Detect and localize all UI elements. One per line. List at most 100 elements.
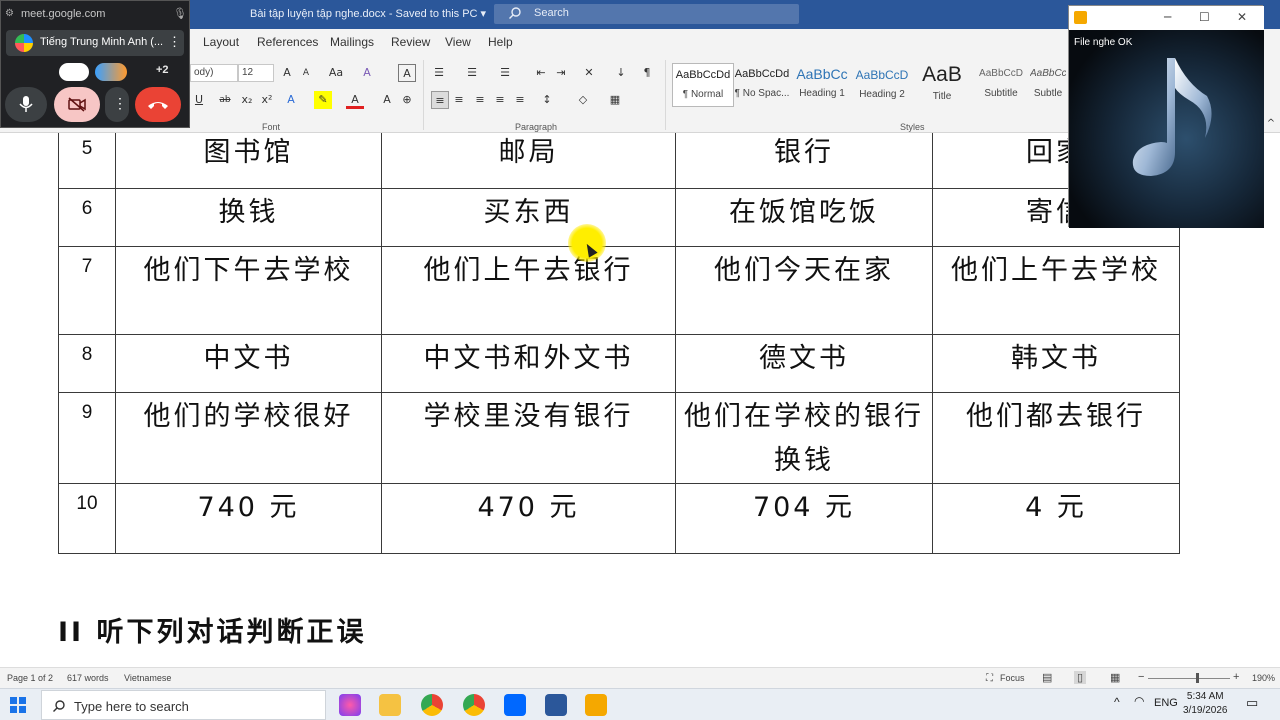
tab-layout[interactable]: Layout — [203, 35, 239, 49]
strikethrough-icon[interactable]: ab — [216, 91, 234, 109]
microphone-button[interactable] — [5, 87, 47, 122]
shading-icon[interactable]: ◇ — [574, 91, 592, 109]
font-name-combo[interactable]: ody) — [190, 64, 238, 82]
ribbon-separator — [423, 60, 424, 130]
underline-icon[interactable]: U — [190, 91, 208, 109]
search-box[interactable]: Search — [494, 4, 799, 24]
tab-view[interactable]: View — [445, 35, 471, 49]
participant-count[interactable]: +2 — [156, 64, 169, 76]
table-cell: 740 元 — [115, 483, 382, 554]
meeting-title-bar[interactable]: Tiếng Trung Minh Anh (... ⋮ — [6, 30, 184, 56]
ribbon-separator — [665, 60, 666, 130]
multilevel-list-icon[interactable]: ☰ — [496, 64, 514, 82]
focus-mode-label[interactable]: Focus — [1000, 673, 1025, 683]
zoom-in-icon[interactable]: + — [1233, 671, 1239, 683]
page-count[interactable]: Page 1 of 2 — [7, 673, 53, 683]
proofing-language[interactable]: Vietnamese — [124, 673, 171, 683]
sort-icon[interactable]: ↓ — [612, 64, 630, 82]
change-case-icon[interactable]: Aa — [324, 64, 348, 82]
tray-chevron-icon[interactable]: ^ — [1114, 695, 1120, 709]
text-box-icon[interactable]: A — [398, 64, 416, 82]
tab-mailings[interactable]: Mailings — [330, 35, 374, 49]
input-language[interactable]: ENG — [1154, 697, 1178, 709]
style-heading-2[interactable]: AaBbCcD Heading 2 — [851, 63, 913, 107]
clear-formatting-icon[interactable]: A — [358, 64, 376, 82]
font-size-combo[interactable]: 12 — [238, 64, 274, 82]
document-title[interactable]: Bài tập luyện tập nghe.docx - Saved to t… — [250, 7, 486, 20]
minimize-icon[interactable]: ─ — [1164, 10, 1171, 24]
media-player-title-bar[interactable]: ─ ☐ ✕ — [1069, 6, 1264, 30]
numbering-icon[interactable]: ☰ — [463, 64, 481, 82]
more-vert-icon: ⋮ — [113, 95, 127, 111]
maximize-icon[interactable]: ☐ — [1199, 10, 1210, 24]
row-number: 6 — [58, 188, 116, 247]
chrome-profile-icon[interactable] — [463, 694, 485, 716]
style-preview: AaBbCcDd — [675, 69, 731, 81]
style-heading-1[interactable]: AaBbCc Heading 1 — [791, 63, 853, 107]
windows-start-icon[interactable] — [10, 697, 26, 713]
wifi-icon[interactable]: ◠ — [1134, 694, 1144, 708]
media-player-window[interactable]: ─ ☐ ✕ File nghe OK — [1068, 5, 1264, 228]
more-options-icon[interactable]: ⋮ — [168, 34, 181, 50]
increase-indent-icon[interactable]: ⇥ — [552, 64, 570, 82]
paint-app-icon[interactable] — [339, 694, 361, 716]
align-center-icon[interactable]: ≡ — [450, 91, 468, 109]
grow-font-icon[interactable]: A — [278, 64, 296, 82]
tab-help[interactable]: Help — [488, 35, 513, 49]
style-normal[interactable]: AaBbCcDd ¶ Normal — [672, 63, 734, 107]
web-layout-icon[interactable]: ▦ — [1110, 671, 1120, 684]
taskbar-search[interactable]: Type here to search — [41, 690, 326, 720]
borders-icon[interactable]: ▦ — [606, 91, 624, 109]
style-no-spacing[interactable]: AaBbCcDd ¶ No Spac... — [731, 63, 793, 107]
highlight-icon[interactable]: ✎ — [314, 91, 332, 109]
read-mode-icon[interactable]: ▤ — [1042, 671, 1052, 684]
phonetic-guide-icon[interactable]: A — [378, 91, 396, 109]
notifications-icon[interactable]: ▭ — [1246, 695, 1258, 711]
line-spacing-icon[interactable]: ↕ — [538, 91, 556, 109]
print-layout-icon[interactable]: ▯ — [1074, 671, 1087, 684]
style-title[interactable]: AaB Title — [911, 63, 973, 107]
file-explorer-icon[interactable] — [379, 694, 401, 716]
site-settings-icon[interactable]: ⚙ — [5, 8, 14, 19]
zoom-slider[interactable] — [1148, 678, 1230, 679]
subscript-icon[interactable]: x₂ — [238, 91, 256, 109]
focus-mode-icon[interactable]: ⛶ — [986, 673, 993, 684]
asian-layout-icon[interactable]: ✕ — [580, 64, 598, 82]
album-art — [1069, 30, 1264, 228]
tab-review[interactable]: Review — [391, 35, 430, 49]
close-icon[interactable]: ✕ — [1237, 10, 1247, 24]
zoom-slider-thumb[interactable] — [1196, 673, 1199, 683]
word-taskbar-icon[interactable] — [545, 694, 567, 716]
zalo-icon[interactable] — [504, 694, 526, 716]
style-subtle[interactable]: AaBbCcD Subtle — [1030, 63, 1066, 107]
meet-overlay: ⚙ meet.google.com 🎙 Tiếng Trung Minh Anh… — [0, 0, 190, 128]
media-player-taskbar-icon[interactable] — [585, 694, 607, 716]
enclose-characters-icon[interactable]: ⊕ — [398, 91, 416, 109]
word-count[interactable]: 617 words — [67, 673, 109, 683]
style-name: Title — [932, 91, 952, 102]
show-formatting-icon[interactable]: ¶ — [638, 64, 656, 82]
zoom-out-icon[interactable]: − — [1138, 671, 1144, 683]
font-color-icon[interactable]: A — [346, 91, 364, 109]
camera-button[interactable] — [54, 87, 100, 122]
align-left-icon[interactable]: ≡ — [431, 91, 449, 109]
text-effects-icon[interactable]: A — [282, 91, 300, 109]
justify-icon[interactable]: ≡ — [491, 91, 509, 109]
bullets-icon[interactable]: ☰ — [430, 64, 448, 82]
align-right-icon[interactable]: ≡ — [471, 91, 489, 109]
style-name: Heading 2 — [859, 89, 905, 100]
distributed-icon[interactable]: ≡ — [511, 91, 529, 109]
tab-references[interactable]: References — [257, 35, 318, 49]
zoom-level[interactable]: 190% — [1252, 673, 1275, 683]
clock[interactable]: 5:34 AM 3/19/2026 — [1183, 690, 1228, 718]
chrome-icon[interactable] — [421, 694, 443, 716]
table-row: 6 换钱 买东西 在饭馆吃饭 寄信 — [58, 188, 1180, 247]
decrease-indent-icon[interactable]: ⇤ — [532, 64, 550, 82]
end-call-button[interactable] — [135, 87, 181, 122]
more-actions-button[interactable]: ⋮ — [105, 87, 129, 122]
collapse-ribbon-icon[interactable]: ^ — [1262, 115, 1280, 133]
superscript-icon[interactable]: x² — [258, 91, 276, 109]
style-subtitle[interactable]: AaBbCcD Subtitle — [970, 63, 1032, 107]
row-number: 9 — [58, 392, 116, 484]
shrink-font-icon[interactable]: A — [297, 64, 315, 82]
